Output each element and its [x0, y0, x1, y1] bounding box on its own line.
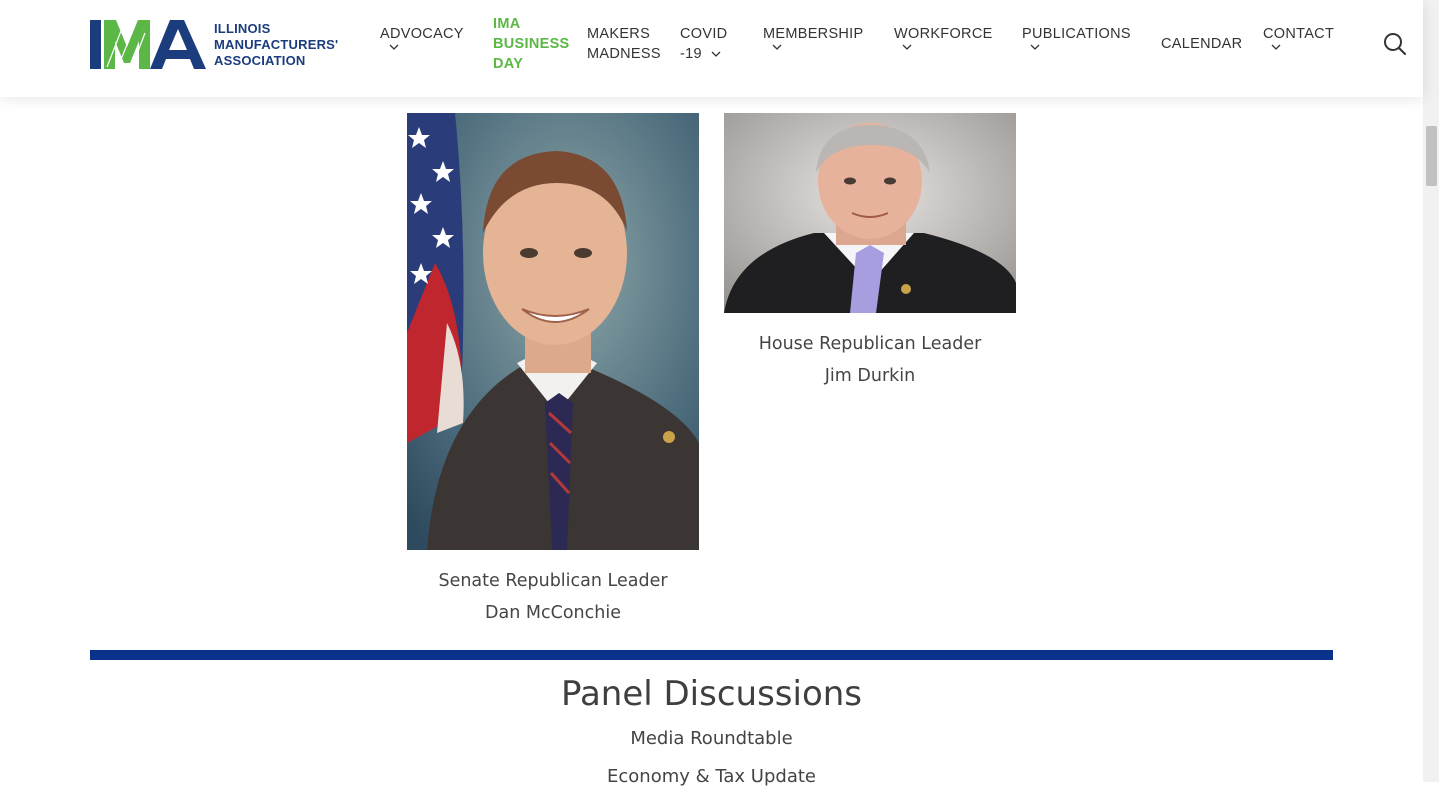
logo-line-3: ASSOCIATION: [214, 53, 306, 68]
ima-logo-name: ILLINOIS MANUFACTURERS' ASSOCIATION: [214, 21, 338, 69]
nav-ima-business-day[interactable]: IMA BUSINESS DAY: [493, 14, 570, 74]
leader-name: Jim Durkin: [824, 366, 916, 386]
chevron-down-icon: [389, 44, 399, 50]
leader-name: Dan McConchie: [485, 603, 621, 623]
logo-line-1: ILLINOIS: [214, 21, 271, 36]
leader-photo-durkin: [724, 113, 1016, 313]
nav-contact-label: CONTACT: [1263, 26, 1335, 42]
page-scrollbar-thumb[interactable]: [1426, 126, 1437, 186]
leader-caption-senate: Senate Republican Leader Dan McConchie: [407, 565, 699, 629]
nav-covid-19[interactable]: COVID -19: [680, 24, 727, 64]
nav-makers-line-2: MADNESS: [587, 46, 661, 62]
nav-membership[interactable]: MEMBERSHIP: [763, 24, 864, 53]
nav-business-day-line-3: DAY: [493, 56, 524, 72]
nav-calendar-label: CALENDAR: [1161, 36, 1243, 52]
leader-title: House Republican Leader: [758, 334, 982, 354]
portrait-image: [724, 113, 1016, 313]
nav-business-day-line-1: IMA: [493, 16, 521, 32]
site-header: ILLINOIS MANUFACTURERS' ASSOCIATION ADVO…: [0, 0, 1423, 97]
section-divider: [90, 650, 1333, 660]
chevron-down-icon: [1271, 44, 1281, 50]
nav-business-day-line-2: BUSINESS: [493, 36, 570, 52]
nav-covid-line-1: COVID: [680, 26, 728, 42]
ima-logo-mark: [90, 20, 206, 69]
nav-workforce[interactable]: WORKFORCE: [894, 24, 993, 53]
panel-item: Media Roundtable: [630, 728, 793, 749]
nav-contact[interactable]: CONTACT: [1263, 24, 1334, 53]
nav-publications-label: PUBLICATIONS: [1022, 26, 1131, 42]
nav-makers-line-1: MAKERS: [587, 26, 651, 42]
nav-makers-madness[interactable]: MAKERS MADNESS: [587, 24, 661, 64]
panel-discussions-heading: Panel Discussions: [560, 674, 863, 714]
portrait-image: [407, 113, 699, 550]
nav-advocacy[interactable]: ADVOCACY: [380, 24, 464, 53]
chevron-down-icon: [902, 44, 912, 50]
search-icon[interactable]: [1383, 32, 1407, 56]
panel-item: Economy & Tax Update: [607, 766, 816, 787]
leader-photo-mcconchie: [407, 113, 699, 550]
leader-title: Senate Republican Leader: [438, 571, 668, 591]
ima-logo[interactable]: ILLINOIS MANUFACTURERS' ASSOCIATION: [90, 19, 350, 71]
nav-covid-line-2: -19: [680, 46, 702, 62]
chevron-down-icon: [772, 44, 782, 50]
nav-calendar[interactable]: CALENDAR: [1161, 34, 1242, 54]
page-scrollbar[interactable]: [1423, 0, 1439, 782]
nav-publications[interactable]: PUBLICATIONS: [1022, 24, 1131, 53]
nav-advocacy-label: ADVOCACY: [380, 26, 464, 42]
chevron-down-icon: [1030, 44, 1040, 50]
logo-line-2: MANUFACTURERS': [214, 37, 339, 52]
nav-membership-label: MEMBERSHIP: [763, 26, 864, 42]
nav-workforce-label: WORKFORCE: [894, 26, 993, 42]
chevron-down-icon: [711, 51, 721, 57]
leader-caption-house: House Republican Leader Jim Durkin: [724, 328, 1016, 392]
